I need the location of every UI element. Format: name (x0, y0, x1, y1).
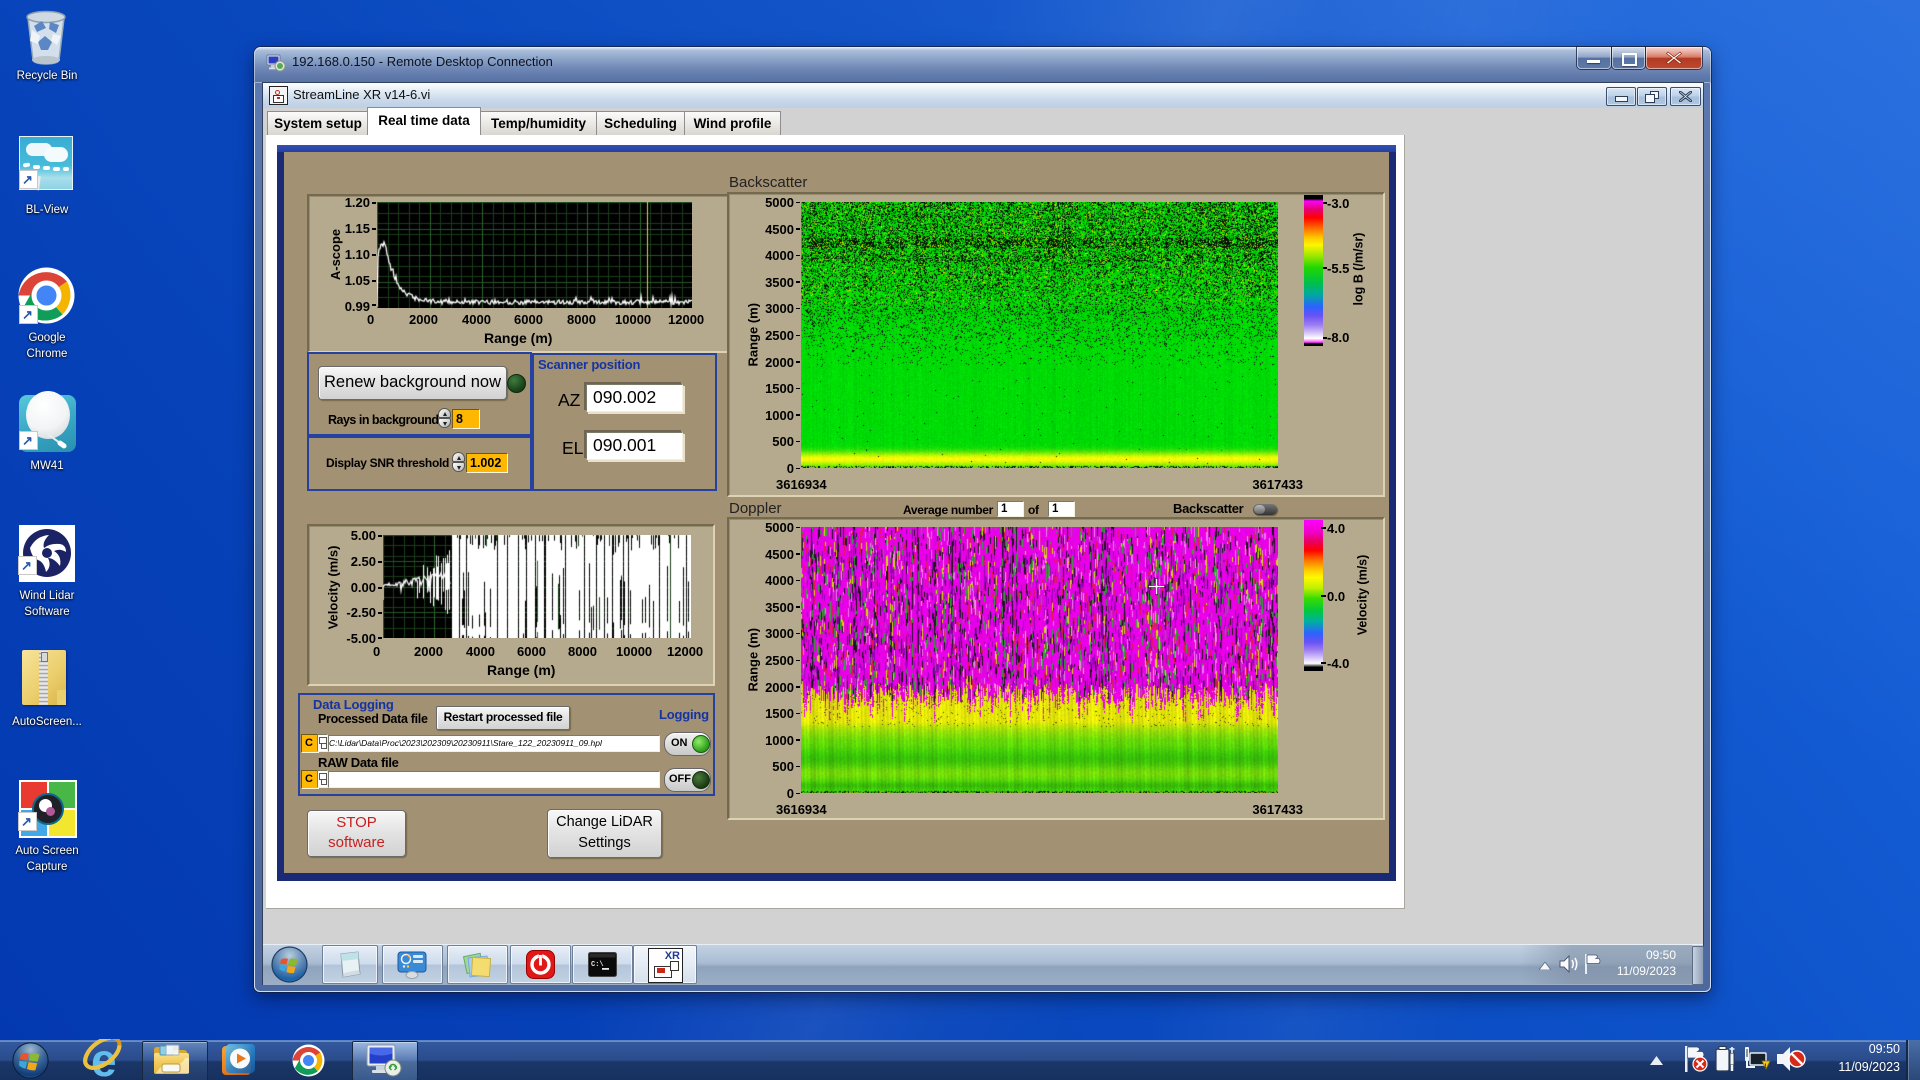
svg-text:C:\: C:\ (591, 961, 604, 969)
svg-text:!: ! (1765, 1064, 1767, 1070)
